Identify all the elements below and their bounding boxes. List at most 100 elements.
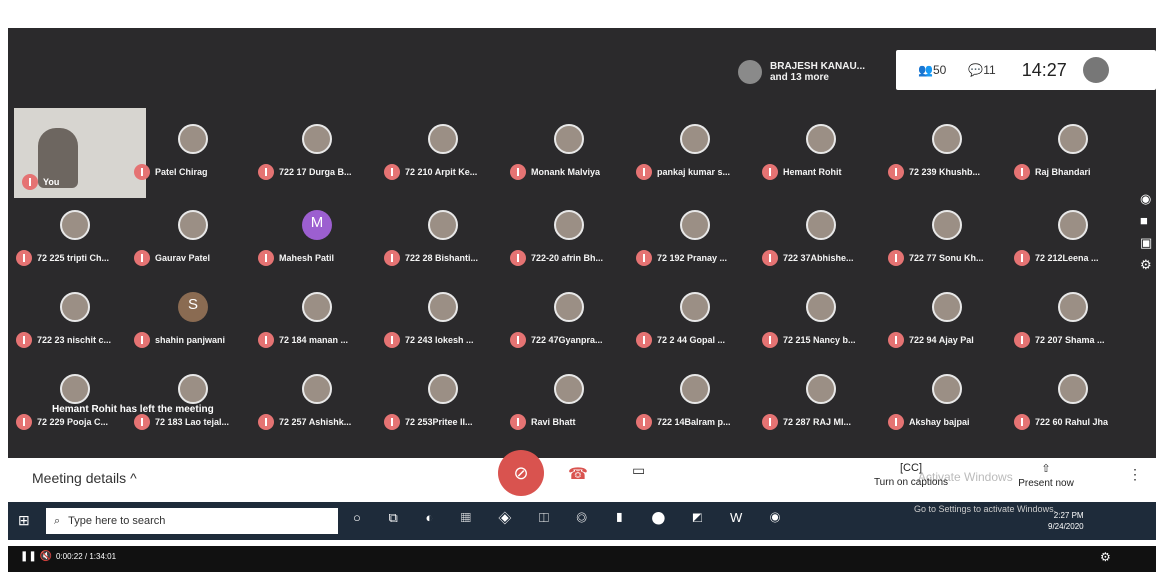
participant-tile[interactable]: Akshay bajpai [886, 362, 1006, 442]
participant-tile[interactable]: 72 184 manan ... [256, 280, 376, 360]
participant-tile[interactable]: 72 215 Nancy b... [760, 280, 880, 360]
image-icon[interactable]: ▣ [1140, 232, 1152, 254]
pinned-avatar [738, 60, 762, 84]
more-options-icon[interactable]: ⋮ [1128, 466, 1142, 483]
participant-name: shahin panjwani [155, 335, 226, 345]
participant-avatar [932, 124, 962, 154]
participant-tile[interactable]: Ravi Bhatt [508, 362, 628, 442]
participant-label: 72 2 44 Gopal ... [636, 332, 725, 348]
pause-icon[interactable]: ❚❚ 🔇 [20, 551, 52, 562]
participant-avatar [680, 124, 710, 154]
participant-tile[interactable]: 72 183 Lao tejal... [132, 362, 252, 442]
participant-label: 722 23 nischit c... [16, 332, 111, 348]
participant-tile[interactable]: Raj Bhandari [1012, 112, 1132, 192]
participant-label: Ravi Bhatt [510, 414, 576, 430]
participant-tile[interactable]: 722 23 nischit c... [14, 280, 134, 360]
participant-avatar [428, 374, 458, 404]
gear-icon[interactable]: ⚙ [1140, 254, 1152, 276]
participant-tile[interactable]: Monank Malviya [508, 112, 628, 192]
participant-tile[interactable]: 72 2 44 Gopal ... [634, 280, 754, 360]
participant-name: 72 229 Pooja C... [37, 417, 109, 427]
participant-label: pankaj kumar s... [636, 164, 730, 180]
participant-avatar [302, 124, 332, 154]
chat-button[interactable]: 💬 11 [968, 63, 995, 77]
participant-tile[interactable]: 722 17 Durga B... [256, 112, 376, 192]
participant-tile[interactable]: 72 287 RAJ MI... [760, 362, 880, 442]
windows-start-icon[interactable]: ⊞ [18, 512, 36, 530]
participant-tile[interactable]: Sshahin panjwani [132, 280, 252, 360]
mic-off-icon: ⊘ [513, 463, 529, 483]
pinned-name: BRAJESH KANAU... [770, 61, 866, 72]
participant-label: 722-20 afrin Bh... [510, 250, 603, 266]
participant-name: 72 243 lokesh ... [405, 335, 474, 345]
account-avatar[interactable] [1082, 57, 1109, 83]
activate-windows-subtext: Go to Settings to activate Windows. [914, 504, 1057, 514]
people-button[interactable]: 👥 50 [918, 63, 946, 77]
participant-label: 722 60 Rahul Jha [1014, 414, 1108, 430]
participant-tile[interactable]: 72 225 tripti Ch... [14, 198, 134, 278]
participant-label: Mahesh Patil [258, 250, 334, 266]
participant-avatar [806, 210, 836, 240]
camera-icon[interactable]: ◉ [1140, 188, 1152, 210]
chat-icon: 💬 [968, 63, 984, 77]
participant-label: 72 207 Shama ... [1014, 332, 1105, 348]
participant-tile[interactable]: Gaurav Patel [132, 198, 252, 278]
participant-label: 72 287 RAJ MI... [762, 414, 851, 430]
meeting-details-toggle[interactable]: Meeting details ^ [32, 470, 137, 486]
participant-tile[interactable]: Hemant Rohit [760, 112, 880, 192]
participant-tile[interactable]: 72 239 Khushb... [886, 112, 1006, 192]
participant-name: 72 287 RAJ MI... [783, 417, 852, 427]
participant-name: 72 184 manan ... [279, 335, 349, 345]
participant-tile[interactable]: 722 47Gyanpra... [508, 280, 628, 360]
present-button[interactable]: ⇧ Present now [1006, 462, 1086, 489]
meeting-topbar: 👥 50 💬 11 14:27 [896, 50, 1156, 90]
participant-tile[interactable]: 722 28 Bishanti... [382, 198, 502, 278]
participant-avatar [932, 374, 962, 404]
participant-name: 72 2 44 Gopal ... [657, 335, 726, 345]
participant-label: 722 14Balram p... [636, 414, 731, 430]
participant-tile[interactable]: 72 210 Arpit Ke... [382, 112, 502, 192]
muted-mic-icon [134, 332, 150, 348]
participant-tile[interactable]: 722 37Abhishe... [760, 198, 880, 278]
participant-tile[interactable]: 722 60 Rahul Jha [1012, 362, 1132, 442]
participant-label: 722 17 Durga B... [258, 164, 352, 180]
participant-avatar: M [302, 210, 332, 240]
participant-label: 722 94 Ajay Pal [888, 332, 974, 348]
participant-avatar [60, 210, 90, 240]
participant-tile[interactable]: pankaj kumar s... [634, 112, 754, 192]
participant-name: 72 207 Shama ... [1035, 335, 1105, 345]
muted-mic-icon [1014, 332, 1030, 348]
mic-toggle-button[interactable]: ⊘ [498, 450, 544, 496]
participant-name: Gaurav Patel [155, 253, 211, 263]
captions-button[interactable]: [CC] Turn on captions [866, 462, 956, 488]
self-label: You [43, 177, 60, 187]
participant-tile[interactable]: 722 77 Sonu Kh... [886, 198, 1006, 278]
muted-mic-icon [16, 414, 32, 430]
muted-mic-icon [1014, 414, 1030, 430]
participant-tile[interactable]: Patel Chirag [132, 112, 252, 192]
pinned-participant[interactable]: BRAJESH KANAU... and 13 more [738, 60, 865, 84]
participant-tile[interactable]: 72 207 Shama ... [1012, 280, 1132, 360]
participant-tile[interactable]: 722 14Balram p... [634, 362, 754, 442]
participant-tile[interactable]: 722 94 Ajay Pal [886, 280, 1006, 360]
participant-tile[interactable]: 72 253Pritee II... [382, 362, 502, 442]
controls-bar: Meeting details ^ ⊘ ☎ ▭ Activate Windows… [8, 450, 1156, 502]
camera-toggle-button[interactable]: ▭ [632, 462, 645, 479]
player-settings-icon[interactable]: ⚙ [1100, 550, 1111, 564]
taskbar-search[interactable]: ⌕ Type here to search [46, 508, 338, 534]
muted-mic-icon [384, 332, 400, 348]
participant-tile[interactable]: 72 257 Ashishk... [256, 362, 376, 442]
participant-tile[interactable]: 722-20 afrin Bh... [508, 198, 628, 278]
participant-label: Akshay bajpai [888, 414, 970, 430]
participant-tile[interactable]: M Mahesh Patil [256, 198, 376, 278]
participant-tile[interactable]: 72 229 Pooja C... [14, 362, 134, 442]
participant-name: Patel Chirag [155, 167, 208, 177]
record-icon[interactable]: ■ [1140, 210, 1152, 232]
participant-tile[interactable]: 72 192 Pranay ... [634, 198, 754, 278]
video-player-bar: ❚❚ 🔇 0:00:22 / 1:34:01 ⚙ [8, 546, 1156, 572]
participant-tile[interactable]: 72 243 lokesh ... [382, 280, 502, 360]
participant-tile[interactable]: 72 212Leena ... [1012, 198, 1132, 278]
leave-call-button[interactable]: ☎ [568, 464, 588, 484]
muted-mic-icon [134, 414, 150, 430]
captions-icon: [CC] [900, 462, 922, 474]
